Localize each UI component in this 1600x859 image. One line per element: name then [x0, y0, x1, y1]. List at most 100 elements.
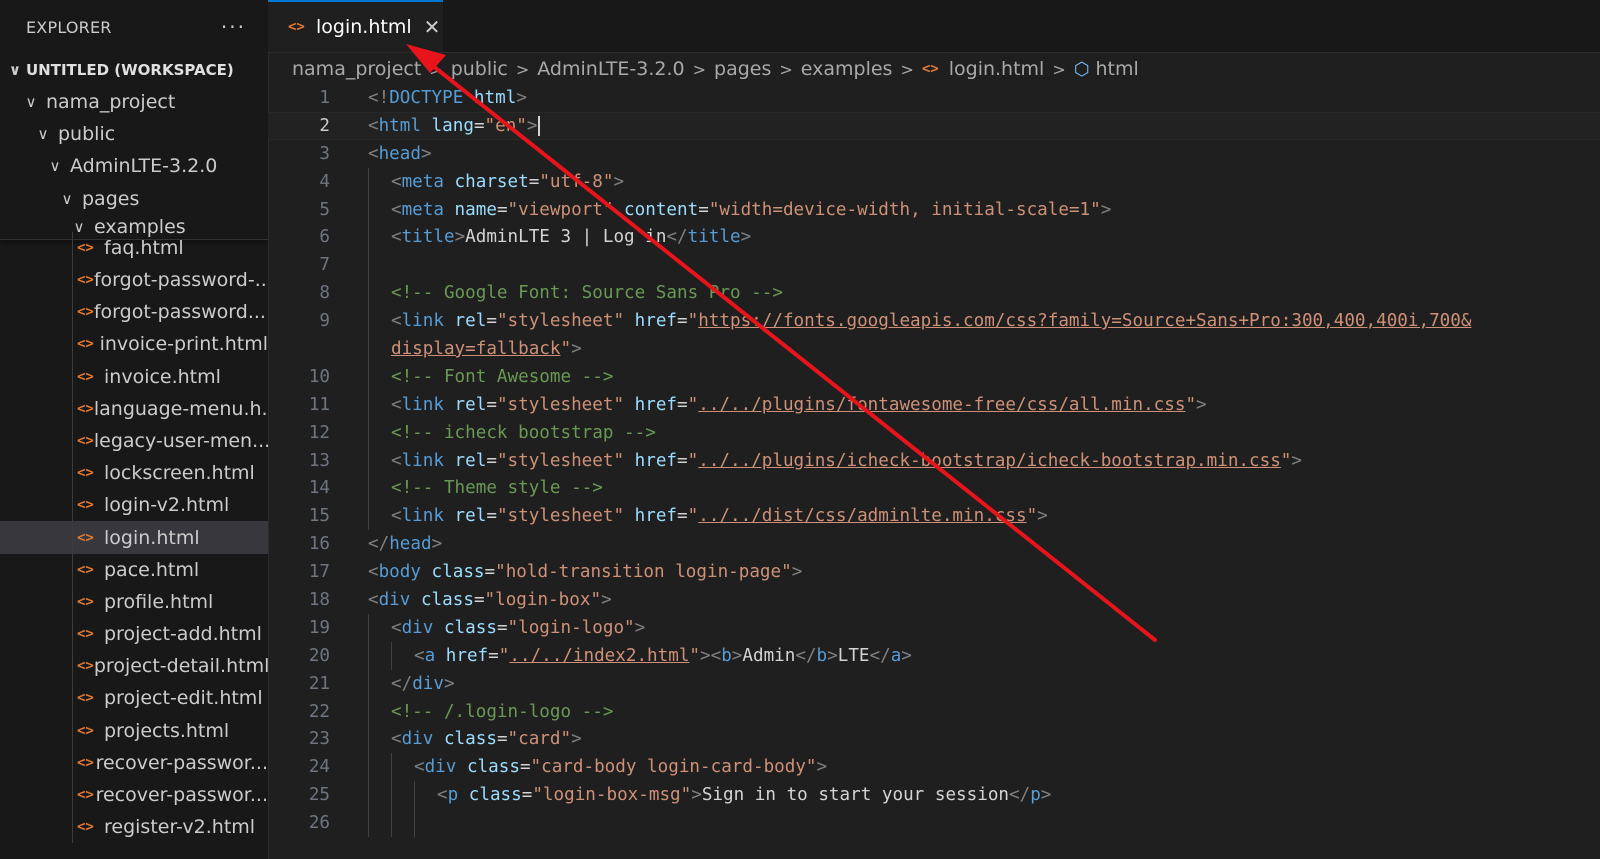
code-token: </	[869, 645, 891, 666]
breadcrumb-item[interactable]: public	[451, 58, 508, 80]
file-item[interactable]: <> language-menu.h...	[0, 392, 268, 425]
code-line[interactable]: 9 <link rel="stylesheet" href="https://fo…	[268, 307, 1600, 336]
line-number: 18	[308, 589, 330, 610]
code-line[interactable]: 10 <!-- Font Awesome -->	[268, 362, 1600, 391]
file-label: profile.html	[104, 590, 214, 613]
code-token: "	[1280, 450, 1292, 471]
code-editor[interactable]: 1 <!DOCTYPE html> 2 <html lang="en"> 3 <head>…	[268, 84, 1600, 859]
code-line[interactable]: 24 <div class="card-body login-card-body"…	[268, 753, 1600, 782]
file-item[interactable]: <> recover-passwor...	[0, 746, 268, 779]
code-token: >	[431, 534, 443, 555]
file-item[interactable]: <> legacy-user-men...	[0, 424, 268, 458]
indent-guide	[368, 641, 369, 670]
code-line[interactable]: 2 <html lang="en">	[268, 111, 1600, 140]
file-item[interactable]: <> lockscreen.html	[0, 457, 268, 490]
breadcrumb-item[interactable]: html	[1095, 58, 1138, 80]
indent-guide	[72, 746, 73, 779]
file-item[interactable]: <> project-add.html	[0, 618, 268, 651]
html-file-icon: <>	[77, 690, 94, 707]
code-line[interactable]: 25 <p class="login-box-msg">Sign in to st…	[268, 781, 1600, 810]
workspace-root[interactable]: ∨ UNTITLED (WORKSPACE)	[0, 54, 268, 86]
folder-nama-project[interactable]: ∨ nama_project	[0, 86, 268, 118]
file-item[interactable]: <> forgot-password-...	[0, 263, 268, 297]
file-item[interactable]: <> login.html	[0, 521, 268, 554]
code-line[interactable]: 1 <!DOCTYPE html>	[268, 84, 1600, 112]
code-text: </div>	[391, 674, 455, 694]
code-line[interactable]: display=fallback">	[268, 335, 1600, 363]
code-token: href	[624, 506, 678, 527]
chevron-right-icon: >	[900, 59, 914, 79]
breadcrumb-item[interactable]: AdminLTE-3.2.0	[537, 58, 684, 80]
code-line[interactable]: 15 <link rel="stylesheet" href="../../dis…	[268, 502, 1600, 531]
code-line[interactable]: 14 <!-- Theme style -->	[268, 474, 1600, 503]
code-line[interactable]: 6 <title>AdminLTE 3 | Log in</title>	[268, 223, 1600, 252]
code-token: "stylesheet"	[496, 506, 625, 527]
folder-pages[interactable]: ∨ pages	[0, 183, 268, 215]
code-token: =	[677, 311, 688, 332]
code-token: href	[624, 450, 678, 471]
code-token: <	[391, 729, 402, 750]
code-line[interactable]: 20 <a href="../../index2.html"><b>Admin</…	[268, 641, 1600, 670]
file-item[interactable]: <> register-v2.html	[0, 811, 268, 844]
file-item[interactable]: <> profile.html	[0, 585, 268, 618]
file-item[interactable]: <> login-v2.html	[0, 489, 268, 522]
code-token: DOCTYPE	[389, 87, 464, 108]
line-number: 24	[308, 757, 330, 778]
code-line[interactable]: 19 <div class="login-logo">	[268, 613, 1600, 642]
file-label: project-detail.html	[93, 655, 269, 678]
file-item[interactable]: <> faq.html	[0, 231, 268, 264]
indent-guide	[391, 641, 392, 670]
code-line[interactable]: 18 <div class="login-box">	[268, 586, 1600, 614]
code-token: html	[378, 115, 421, 136]
code-line[interactable]: 4 <meta charset="utf-8">	[268, 167, 1600, 196]
indent-guide	[72, 778, 73, 812]
code-token: "width=device-width, initial-scale=1"	[708, 199, 1101, 220]
file-item[interactable]: <> projects.html	[0, 714, 268, 747]
file-item[interactable]: <> invoice.html	[0, 360, 268, 393]
code-token: </	[1009, 785, 1031, 806]
code-token: ../../index2.html	[509, 645, 690, 666]
file-item[interactable]: <> project-edit.html	[0, 682, 268, 715]
file-item[interactable]: <> project-detail.html	[0, 650, 269, 683]
code-token: <	[414, 645, 425, 666]
line-number: 8	[319, 283, 330, 304]
code-line[interactable]: 11 <link rel="stylesheet" href="../../plu…	[268, 390, 1600, 419]
code-line[interactable]: 12 <!-- icheck bootstrap -->	[268, 418, 1600, 447]
close-icon[interactable]: ✕	[424, 15, 441, 39]
code-token: class	[458, 785, 522, 806]
file-item[interactable]: <> recover-passwor...	[0, 778, 268, 812]
breadcrumb-item[interactable]: pages	[714, 58, 771, 80]
code-line[interactable]: 26	[268, 809, 1600, 838]
code-token: "	[560, 338, 572, 359]
code-line[interactable]: 23 <div class="card">	[268, 725, 1600, 754]
code-token: <	[391, 450, 402, 471]
breadcrumb-item[interactable]: login.html	[949, 58, 1045, 80]
file-item[interactable]: <> invoice-print.html	[0, 328, 268, 361]
code-line[interactable]: 8 <!-- Google Font: Source Sans Pro -->	[268, 279, 1600, 308]
code-line[interactable]: 16 </head>	[268, 530, 1600, 558]
file-item[interactable]: <> pace.html	[0, 553, 268, 586]
code-token: rel	[443, 506, 487, 527]
folder-public[interactable]: ∨ public	[0, 118, 268, 150]
file-label: register-v2.html	[104, 816, 256, 839]
file-item[interactable]: <> forgot-password....	[0, 296, 268, 329]
breadcrumb-item[interactable]: examples	[801, 58, 893, 80]
code-token: =	[473, 115, 485, 136]
code-text: <link rel="stylesheet" href="https://fon…	[391, 311, 1471, 331]
code-line[interactable]: 21 </div>	[268, 669, 1600, 698]
folder-adminlte[interactable]: ∨ AdminLTE-3.2.0	[0, 150, 268, 182]
code-token: =	[486, 450, 497, 471]
code-line[interactable]: 3 <head>	[268, 140, 1600, 168]
code-line[interactable]: 13 <link rel="stylesheet" href="../../plu…	[268, 446, 1600, 475]
code-line[interactable]: 7	[268, 251, 1600, 280]
code-line[interactable]: 17 <body class="hold-transition login-pag…	[268, 558, 1600, 586]
code-token: "	[687, 506, 699, 527]
code-line[interactable]: 5 <meta name="viewport" content="width=de…	[268, 195, 1600, 224]
code-line[interactable]: 22 <!-- /.login-logo -->	[268, 697, 1600, 726]
more-actions-icon[interactable]: ···	[221, 15, 246, 39]
code-token: "	[1185, 394, 1197, 415]
code-token: "	[687, 311, 699, 332]
breadcrumb-item[interactable]: nama_project	[292, 58, 421, 80]
file-label: login-v2.html	[104, 494, 230, 517]
tab-login-html[interactable]: <> login.html ✕	[268, 0, 443, 52]
